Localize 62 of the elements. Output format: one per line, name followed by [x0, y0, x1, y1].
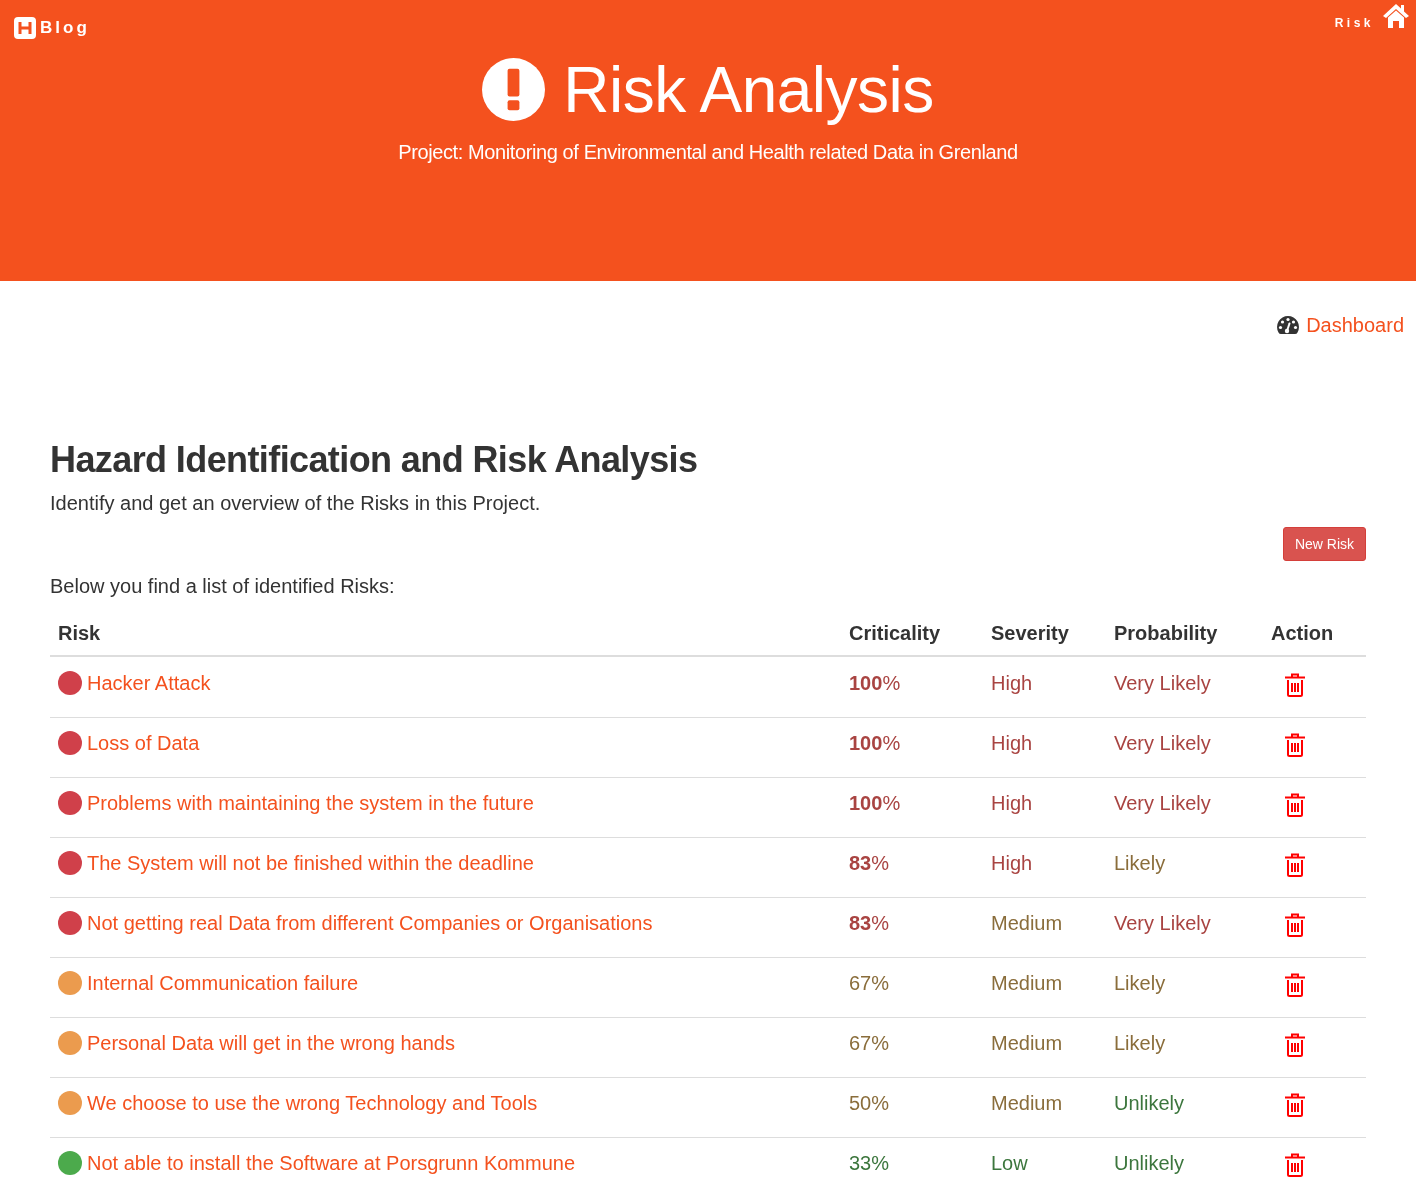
severity-cell-text: High — [991, 791, 1033, 816]
delete-trash-icon[interactable] — [1284, 973, 1306, 997]
column-header: Risk — [50, 611, 841, 656]
criticality-cell-text: 50% — [849, 1091, 890, 1116]
criticality-cell-text: 33% — [849, 1151, 890, 1176]
probability-cell-text: Likely — [1114, 851, 1166, 876]
risk-link[interactable]: Not able to install the Software at Porsgrunn Kommune — [87, 1149, 576, 1177]
risk-link[interactable]: Internal Communication failure — [87, 969, 359, 997]
risk-link[interactable]: The System will not be finished within the deadline — [87, 849, 534, 877]
probability-cell-text: Unlikely — [1114, 1091, 1185, 1116]
criticality-cell-text: 100% — [849, 731, 901, 756]
probability-cell-text: Very Likely — [1114, 791, 1211, 816]
intro-text: Identify and get an overview of the Risks in this Project. — [50, 491, 542, 516]
risk-link[interactable]: Personal Data will get in the wrong hands — [87, 1029, 455, 1057]
project-subtitle: Project: Monitoring of Environmental and Health related Data in Grenland — [397, 140, 1019, 165]
probability-cell-text: Very Likely — [1114, 671, 1211, 696]
severity-cell-text: Medium — [991, 911, 1063, 936]
blog-link[interactable]: Blog — [40, 17, 90, 39]
probability-cell-text: Likely — [1114, 971, 1166, 996]
criticality-cell-text: 83% — [849, 851, 890, 876]
delete-trash-icon[interactable] — [1284, 733, 1306, 757]
delete-trash-icon[interactable] — [1284, 673, 1306, 697]
delete-trash-icon[interactable] — [1284, 853, 1306, 877]
exclamation-circle-icon — [482, 58, 546, 121]
risk-link[interactable]: We choose to use the wrong Technology and Tools — [87, 1089, 538, 1117]
risk-link[interactable]: Loss of Data — [87, 729, 200, 757]
section-heading: Hazard Identification and Risk Analysis — [50, 438, 699, 482]
gauge-icon — [1276, 315, 1301, 335]
dashboard-link[interactable]: Dashboard — [1276, 313, 1404, 337]
severity-cell-text: High — [991, 851, 1033, 876]
severity-cell-text: Medium — [991, 1091, 1063, 1116]
severity-cell-text: High — [991, 671, 1033, 696]
delete-trash-icon[interactable] — [1284, 913, 1306, 937]
criticality-cell-text: 100% — [849, 671, 901, 696]
risk-link[interactable]: Hacker Attack — [87, 669, 211, 697]
severity-cell-text: Low — [991, 1151, 1028, 1176]
delete-trash-icon[interactable] — [1284, 1093, 1306, 1117]
delete-trash-icon[interactable] — [1284, 1033, 1306, 1057]
probability-cell-text: Likely — [1114, 1031, 1166, 1056]
risk-link[interactable]: Not getting real Data from different Companies or Organisations — [87, 909, 653, 937]
column-header: Criticality — [841, 611, 983, 656]
column-header: Action — [1263, 611, 1366, 656]
delete-trash-icon[interactable] — [1284, 1153, 1306, 1177]
nav-label[interactable]: Risk — [1334, 16, 1374, 30]
criticality-cell-text: 67% — [849, 971, 890, 996]
column-header: Probability — [1106, 611, 1263, 656]
criticality-cell-text: 83% — [849, 911, 890, 936]
list-caption: Below you find a list of identified Risks: — [50, 574, 396, 599]
home-icon[interactable] — [1382, 3, 1410, 29]
probability-cell-text: Very Likely — [1114, 731, 1211, 756]
severity-cell-text: High — [991, 731, 1033, 756]
h-logo-icon[interactable] — [14, 17, 36, 39]
criticality-cell-text: 100% — [849, 791, 901, 816]
new-risk-button[interactable]: New Risk — [1282, 527, 1366, 561]
column-header: Severity — [983, 611, 1106, 656]
risk-link[interactable]: Problems with maintaining the system in the future — [87, 789, 534, 817]
probability-cell-text: Unlikely — [1114, 1151, 1185, 1176]
delete-trash-icon[interactable] — [1284, 793, 1306, 817]
severity-cell-text: Medium — [991, 971, 1063, 996]
criticality-cell-text: 67% — [849, 1031, 890, 1056]
probability-cell-text: Very Likely — [1114, 911, 1211, 936]
severity-cell-text: Medium — [991, 1031, 1063, 1056]
